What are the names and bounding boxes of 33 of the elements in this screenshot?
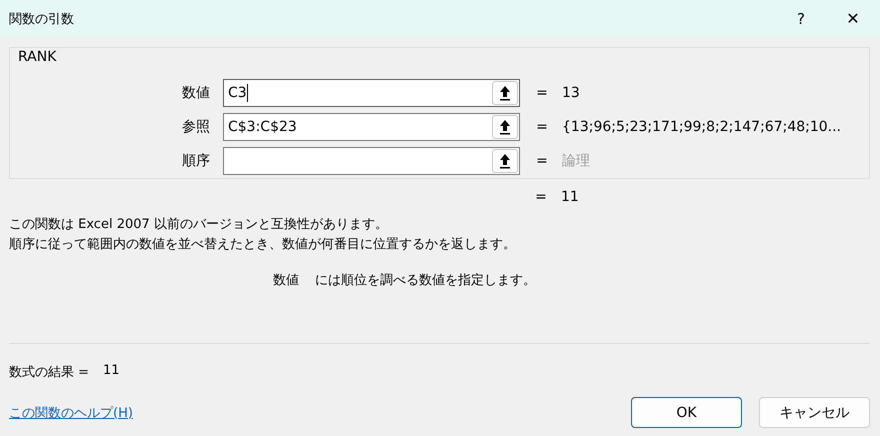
formula-result-value: 11: [103, 363, 120, 380]
argument-result: 13: [562, 85, 580, 101]
help-button[interactable]: ?: [778, 0, 824, 37]
window-title: 関数の引数: [9, 10, 75, 28]
equals-sign: =: [534, 189, 548, 205]
close-button[interactable]: ✕: [830, 0, 876, 37]
description-text: この関数は Excel 2007 以前のバージョンと互換性があります。: [9, 216, 389, 234]
upload-arrow-icon: [498, 119, 512, 135]
collapse-button[interactable]: [492, 81, 518, 105]
equals-sign: =: [535, 119, 549, 135]
argument-help-text: には順位を調べる数値を指定します。: [315, 272, 536, 289]
argument-field[interactable]: [223, 147, 520, 175]
help-link[interactable]: この関数のヘルプ(H): [9, 404, 133, 422]
function-result: 11: [561, 189, 579, 205]
collapse-button[interactable]: [492, 149, 518, 173]
dialog-button[interactable]: キャンセル: [759, 397, 870, 428]
argument-result: {13;96;5;23;171;99;8;2;147;67;48;10...: [562, 119, 842, 135]
argument-help-name: 数値: [273, 272, 299, 289]
function-name: RANK: [18, 49, 56, 65]
equals-sign: =: [535, 85, 549, 101]
argument-label: 順序: [181, 152, 211, 170]
equals-sign: =: [535, 153, 549, 169]
formula-result-label: 数式の結果 =: [9, 364, 90, 381]
argument-label: 参照: [181, 118, 211, 136]
argument-result: 論理: [562, 152, 590, 170]
argument-field[interactable]: C3: [223, 79, 520, 107]
argument-field[interactable]: C$3:C$23: [223, 113, 520, 141]
upload-arrow-icon: [498, 85, 512, 101]
argument-label: 数値: [181, 84, 211, 102]
description-text: 順序に従って範囲内の数値を並べ替えたとき、数値が何番目に位置するかを返します。: [9, 236, 517, 254]
upload-arrow-icon: [498, 153, 512, 169]
dialog-button[interactable]: OK: [631, 397, 742, 428]
collapse-button[interactable]: [492, 115, 518, 139]
